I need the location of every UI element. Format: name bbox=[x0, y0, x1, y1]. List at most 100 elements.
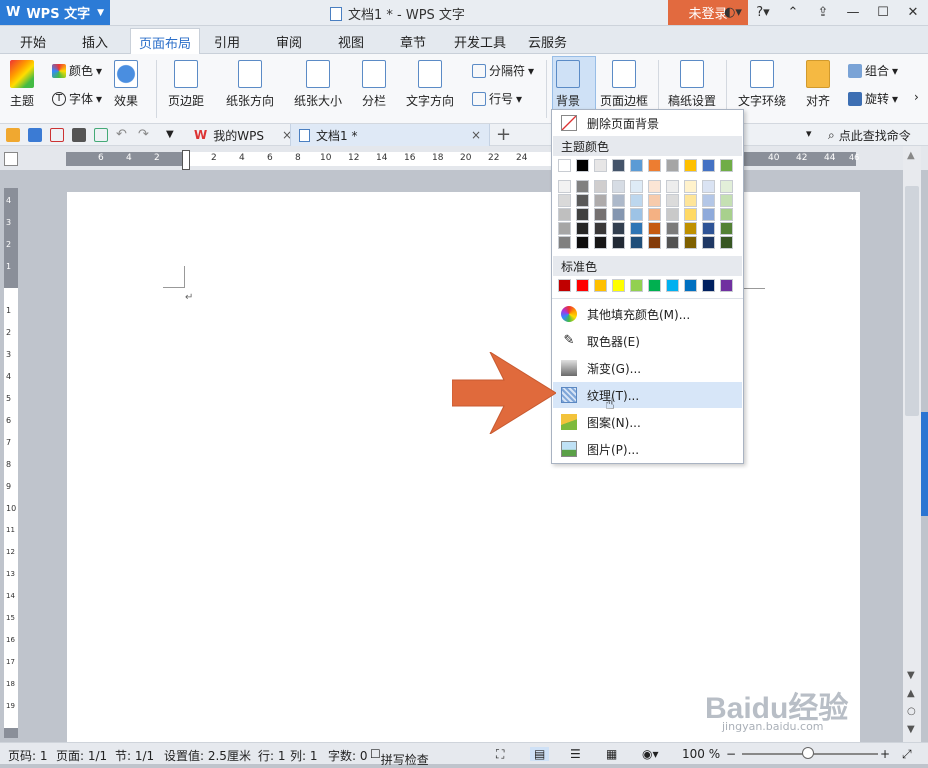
color-swatch[interactable] bbox=[594, 222, 607, 235]
color-swatch[interactable] bbox=[576, 222, 589, 235]
color-swatch[interactable] bbox=[702, 208, 715, 221]
page-view-icon[interactable]: ▤ bbox=[530, 747, 550, 761]
color-swatch[interactable] bbox=[666, 159, 679, 172]
color-swatch[interactable] bbox=[576, 236, 589, 249]
color-swatch[interactable] bbox=[576, 159, 589, 172]
print-preview-icon[interactable] bbox=[94, 128, 108, 142]
color-swatch[interactable] bbox=[684, 236, 697, 249]
upload-icon[interactable]: ⇪ bbox=[808, 0, 838, 25]
open-icon[interactable] bbox=[6, 128, 20, 142]
tab-page-layout[interactable]: 页面布局 bbox=[130, 28, 201, 54]
zoom-slider-handle[interactable] bbox=[802, 747, 814, 759]
tab-cloud[interactable]: 云服务 bbox=[528, 32, 567, 51]
fit-window-icon[interactable]: ⤢ bbox=[902, 747, 912, 762]
color-swatch[interactable] bbox=[702, 222, 715, 235]
reading-view-icon[interactable]: ◉▾ bbox=[642, 747, 659, 761]
close-tab-icon[interactable]: × bbox=[471, 128, 481, 142]
color-swatch[interactable] bbox=[720, 159, 733, 172]
color-swatch[interactable] bbox=[702, 159, 715, 172]
color-swatch[interactable] bbox=[684, 222, 697, 235]
color-swatch[interactable] bbox=[684, 194, 697, 207]
side-panel-tab[interactable] bbox=[921, 412, 928, 516]
color-swatch[interactable] bbox=[594, 180, 607, 193]
color-swatch[interactable] bbox=[648, 222, 661, 235]
skin-icon[interactable]: ◐▾ bbox=[718, 0, 748, 25]
color-picker-item[interactable]: ✎ 取色器(E) bbox=[553, 328, 742, 354]
zoom-out-icon[interactable]: − bbox=[726, 747, 736, 761]
effect-button[interactable]: 效果 bbox=[114, 60, 138, 109]
color-swatch[interactable] bbox=[666, 208, 679, 221]
zoom-level[interactable]: 100 % bbox=[682, 747, 720, 761]
text-wrap-button[interactable]: 文字环绕 bbox=[738, 60, 786, 109]
export-pdf-icon[interactable] bbox=[50, 128, 64, 142]
new-tab-icon[interactable]: + bbox=[496, 124, 511, 145]
texture-item[interactable]: 纹理(T)... bbox=[553, 382, 742, 408]
minimize-icon[interactable]: — bbox=[838, 0, 868, 25]
text-direction-button[interactable]: 文字方向 bbox=[406, 60, 454, 109]
tab-references[interactable]: 引用 bbox=[214, 32, 240, 51]
save-icon[interactable] bbox=[28, 128, 42, 142]
color-swatch[interactable] bbox=[594, 279, 607, 292]
color-swatch[interactable] bbox=[558, 208, 571, 221]
color-swatch[interactable] bbox=[702, 279, 715, 292]
orientation-button[interactable]: 纸张方向 bbox=[226, 60, 274, 109]
web-view-icon[interactable]: ▦ bbox=[606, 747, 617, 761]
fullscreen-icon[interactable]: ⛶ bbox=[496, 747, 504, 762]
color-swatch[interactable] bbox=[630, 159, 643, 172]
color-swatch[interactable] bbox=[558, 180, 571, 193]
font-button[interactable]: T 字体 ▾ bbox=[52, 90, 102, 107]
color-swatch[interactable] bbox=[720, 279, 733, 292]
collapse-ribbon-icon[interactable]: ⌃ bbox=[778, 0, 808, 25]
picture-item[interactable]: 图片(P)... bbox=[553, 436, 742, 462]
background-button-label[interactable]: 背景 bbox=[556, 60, 580, 109]
color-button[interactable]: 颜色 ▾ bbox=[52, 62, 102, 79]
ribbon-scroll-right-icon[interactable]: › bbox=[914, 90, 919, 104]
color-swatch[interactable] bbox=[630, 222, 643, 235]
color-swatch[interactable] bbox=[612, 236, 625, 249]
draft-settings-button[interactable]: 稿纸设置 bbox=[668, 60, 716, 109]
next-page-icon[interactable]: ▼ bbox=[907, 724, 915, 735]
color-swatch[interactable] bbox=[648, 194, 661, 207]
color-swatch[interactable] bbox=[648, 236, 661, 249]
status-word-count[interactable]: 字数: 0 bbox=[328, 747, 368, 764]
color-swatch[interactable] bbox=[576, 180, 589, 193]
color-swatch[interactable] bbox=[558, 279, 571, 292]
command-icon[interactable]: ▾ bbox=[806, 127, 812, 140]
tab-sections[interactable]: 章节 bbox=[400, 32, 426, 51]
color-swatch[interactable] bbox=[630, 208, 643, 221]
help-icon[interactable]: ?▾ bbox=[748, 0, 778, 25]
color-swatch[interactable] bbox=[720, 236, 733, 249]
more-fill-colors-item[interactable]: 其他填充颜色(M)... bbox=[553, 301, 742, 327]
align-button[interactable]: 对齐 bbox=[806, 60, 830, 109]
color-swatch[interactable] bbox=[720, 222, 733, 235]
color-swatch[interactable] bbox=[594, 236, 607, 249]
color-swatch[interactable] bbox=[684, 159, 697, 172]
print-icon[interactable] bbox=[72, 128, 86, 142]
color-swatch[interactable] bbox=[702, 180, 715, 193]
color-swatch[interactable] bbox=[666, 180, 679, 193]
color-swatch[interactable] bbox=[720, 194, 733, 207]
color-swatch[interactable] bbox=[666, 222, 679, 235]
tab-stop-selector-icon[interactable] bbox=[4, 152, 18, 166]
previous-page-icon[interactable]: ▲ bbox=[907, 688, 915, 699]
color-swatch[interactable] bbox=[576, 208, 589, 221]
color-swatch[interactable] bbox=[720, 208, 733, 221]
vertical-scrollbar[interactable]: ▲ ▼ ▲ ○ ▼ bbox=[903, 146, 921, 742]
tab-developer[interactable]: 开发工具 bbox=[454, 32, 506, 51]
color-swatch[interactable] bbox=[630, 236, 643, 249]
redo-icon[interactable]: ↷ bbox=[138, 128, 152, 142]
page-border-button[interactable]: 页面边框 bbox=[600, 60, 648, 109]
color-swatch[interactable] bbox=[630, 194, 643, 207]
theme-button[interactable]: 主题 bbox=[10, 60, 34, 109]
columns-button[interactable]: 分栏 bbox=[362, 60, 386, 109]
margin-button[interactable]: 页边距 bbox=[168, 60, 204, 109]
tab-insert[interactable]: 插入 bbox=[82, 32, 108, 51]
maximize-icon[interactable]: ☐ bbox=[868, 0, 898, 25]
tab-home[interactable]: 开始 bbox=[20, 32, 46, 51]
color-swatch[interactable] bbox=[666, 236, 679, 249]
color-swatch[interactable] bbox=[702, 236, 715, 249]
color-swatch[interactable] bbox=[594, 208, 607, 221]
color-swatch[interactable] bbox=[612, 222, 625, 235]
color-swatch[interactable] bbox=[558, 194, 571, 207]
color-swatch[interactable] bbox=[612, 180, 625, 193]
